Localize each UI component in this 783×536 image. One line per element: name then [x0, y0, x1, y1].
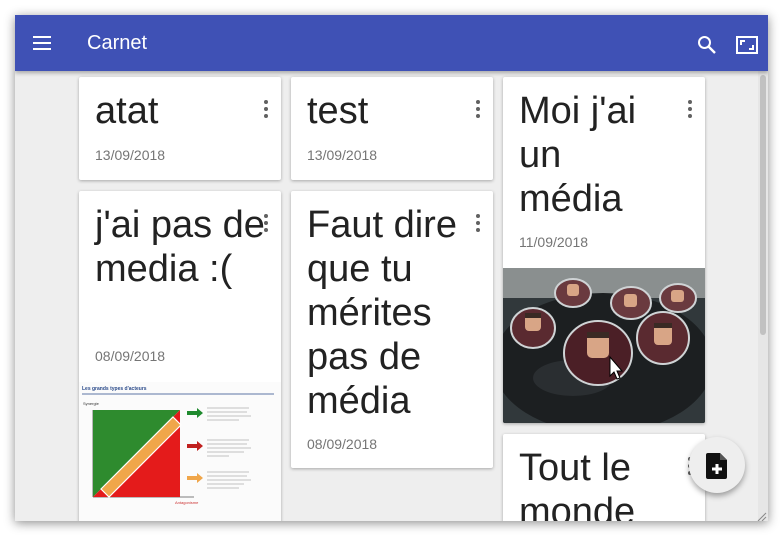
app-window: Carnet atat 13/09/2018 test 13/09/2018 M… [15, 15, 768, 521]
note-card[interactable]: test 13/09/2018 [291, 77, 493, 180]
note-card[interactable]: Tout le monde [503, 434, 705, 521]
note-title: atat [95, 90, 159, 132]
note-add-icon [706, 453, 727, 479]
note-date: 08/09/2018 [307, 436, 378, 452]
note-title: Faut dire que tu mérites pas de média [307, 204, 457, 422]
menu-icon[interactable] [31, 31, 55, 55]
search-icon[interactable] [695, 33, 719, 57]
note-card[interactable]: Faut dire que tu mérites pas de média 08… [291, 191, 493, 468]
more-vert-icon[interactable] [472, 213, 484, 233]
note-title: test [307, 90, 369, 132]
app-title: Carnet [87, 32, 148, 54]
note-card[interactable]: Moi j'ai un média 11/09/2018 [503, 77, 705, 423]
scrollbar-thumb[interactable] [760, 75, 766, 335]
note-date: 13/09/2018 [307, 147, 378, 163]
note-title: Moi j'ai un média [519, 90, 637, 220]
note-attachment-thumbnail: Les grands types d'acteurs Synergie Anta… [79, 382, 281, 521]
notes-grid: atat 13/09/2018 test 13/09/2018 Moi j'ai… [15, 71, 768, 521]
note-date: 13/09/2018 [95, 147, 166, 163]
more-vert-icon[interactable] [472, 99, 484, 119]
note-title: Tout le monde [519, 447, 636, 521]
note-date: 11/09/2018 [519, 234, 589, 250]
more-vert-icon[interactable] [260, 213, 272, 233]
note-card[interactable]: atat 13/09/2018 [79, 77, 281, 180]
fullscreen-icon[interactable] [735, 33, 759, 57]
more-vert-icon[interactable] [260, 99, 272, 119]
more-vert-icon[interactable] [684, 99, 696, 119]
note-card[interactable]: j'ai pas de media :( 08/09/2018 Les gran… [79, 191, 281, 521]
note-title: j'ai pas de media :( [95, 204, 265, 290]
app-bar: Carnet [15, 15, 768, 71]
vertical-scrollbar[interactable] [758, 71, 768, 521]
resize-grip-icon[interactable] [755, 509, 767, 521]
add-note-button[interactable] [689, 437, 745, 493]
note-date: 08/09/2018 [95, 348, 166, 364]
note-photo [503, 268, 705, 423]
